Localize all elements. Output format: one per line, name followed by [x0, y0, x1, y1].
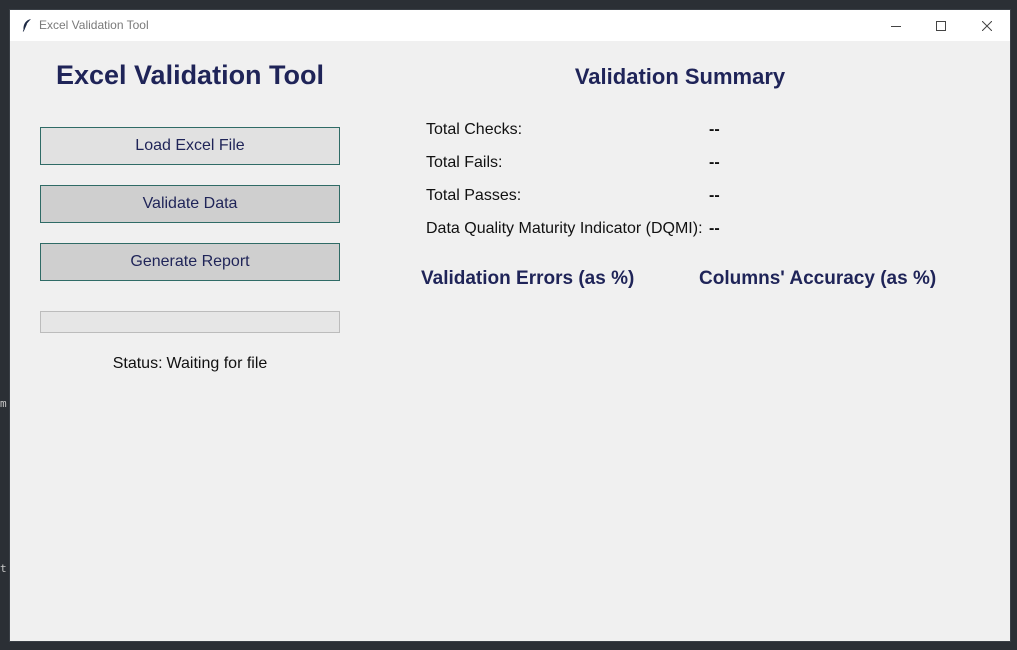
columns-accuracy-heading: Columns' Accuracy (as %)	[699, 268, 937, 289]
minimize-icon	[891, 25, 901, 27]
background-text-fragment: t	[0, 562, 7, 575]
minimize-button[interactable]	[873, 10, 919, 41]
status-line: Status: Waiting for file	[40, 355, 340, 373]
status-value: Waiting for file	[166, 355, 268, 372]
dqmi-label: Data Quality Maturity Indicator (DQMI):	[426, 220, 703, 237]
feather-icon	[22, 19, 31, 32]
dqmi-value: --	[709, 220, 720, 237]
total-fails-label: Total Fails:	[426, 154, 503, 171]
validate-data-button[interactable]: Validate Data	[40, 185, 340, 223]
app-window: Excel Validation Tool Excel Validation T…	[10, 10, 1010, 641]
maximize-button[interactable]	[918, 10, 964, 41]
total-checks-label: Total Checks:	[426, 121, 523, 138]
close-icon	[982, 20, 992, 31]
total-fails-value: --	[709, 154, 720, 171]
validation-errors-heading: Validation Errors (as %)	[421, 268, 635, 289]
total-checks-value: --	[709, 121, 720, 138]
background-text-fragment: m	[0, 397, 7, 410]
title-bar[interactable]: Excel Validation Tool	[10, 10, 1010, 41]
progress-bar	[40, 311, 340, 333]
window-title: Excel Validation Tool	[39, 18, 149, 32]
maximize-icon	[936, 20, 946, 31]
total-passes-label: Total Passes:	[426, 187, 522, 204]
total-passes-value: --	[709, 187, 720, 204]
status-label: Status:	[112, 355, 163, 372]
app-title: Excel Validation Tool	[55, 60, 325, 90]
close-button[interactable]	[964, 10, 1010, 41]
load-excel-file-button[interactable]: Load Excel File	[40, 127, 340, 165]
summary-title: Validation Summary	[574, 64, 786, 89]
generate-report-button[interactable]: Generate Report	[40, 243, 340, 281]
